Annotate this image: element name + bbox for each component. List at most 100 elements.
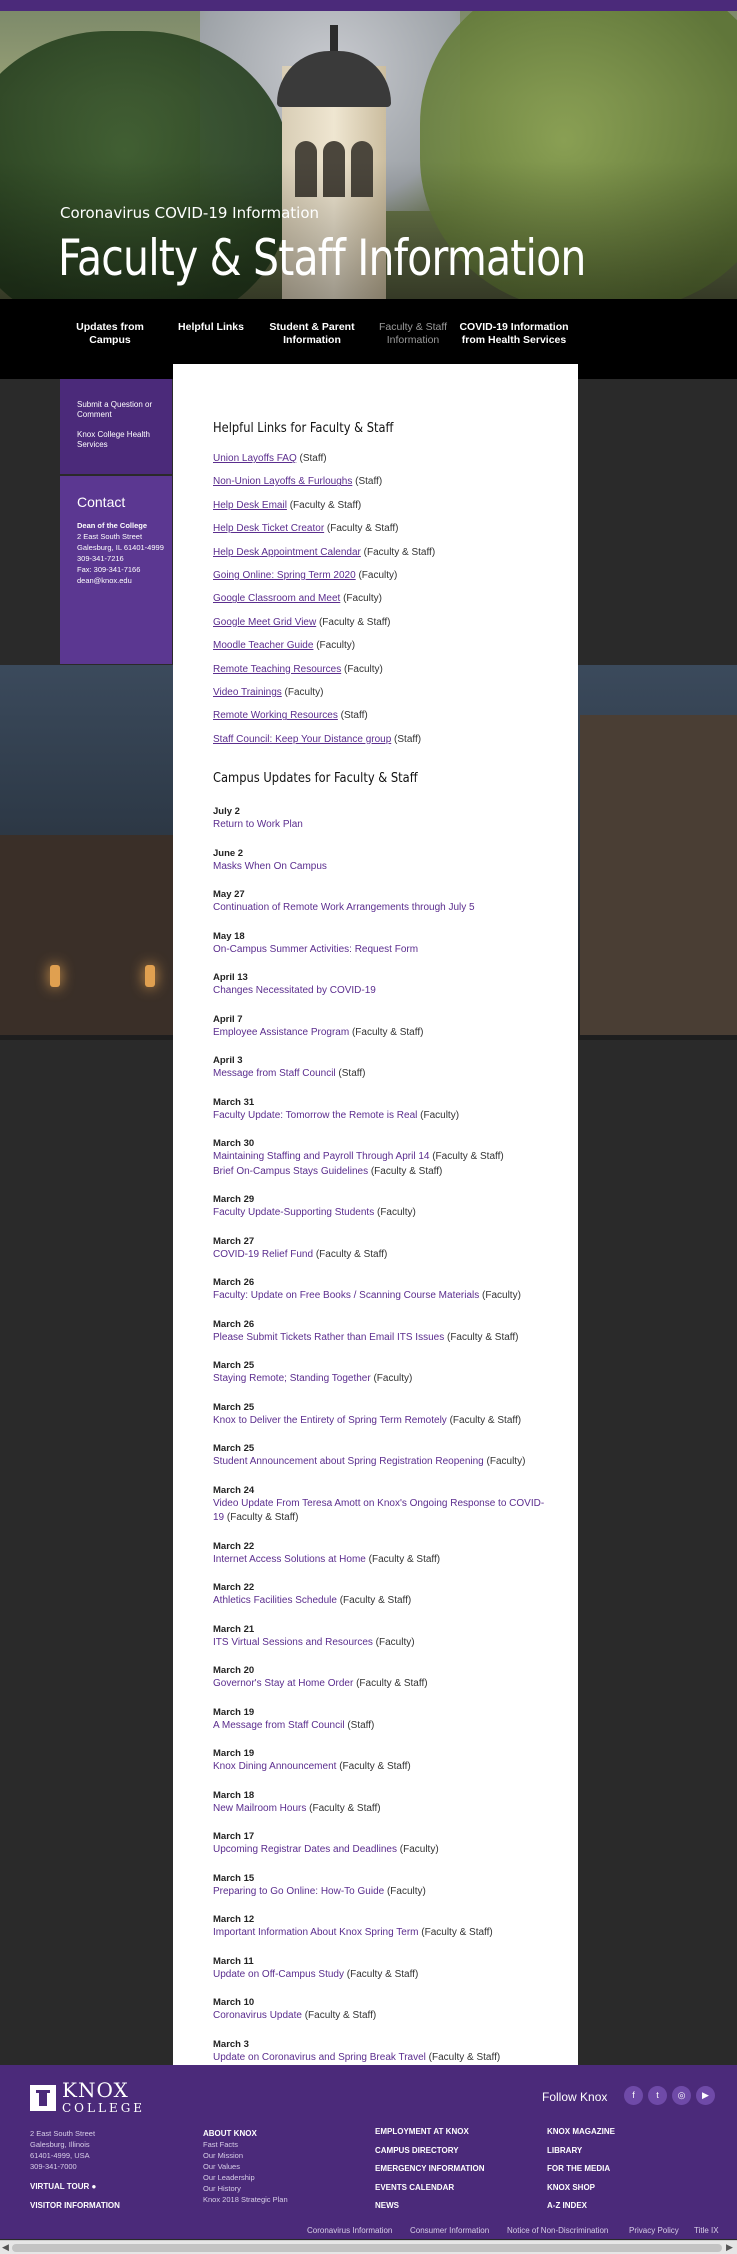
helpful-link[interactable]: Help Desk Appointment Calendar — [213, 547, 361, 558]
update-link[interactable]: COVID-19 Relief Fund — [213, 1249, 313, 1260]
helpful-link[interactable]: Google Classroom and Meet — [213, 593, 340, 604]
helpful-link[interactable]: Remote Working Resources — [213, 710, 338, 721]
helpful-link[interactable]: Union Layoffs FAQ — [213, 453, 297, 464]
update-link[interactable]: Please Submit Tickets Rather than Email … — [213, 1332, 444, 1343]
update-link[interactable]: Knox to Deliver the Entirety of Spring T… — [213, 1415, 447, 1426]
helpful-link[interactable]: Help Desk Ticket Creator — [213, 523, 324, 534]
helpful-link[interactable]: Moodle Teacher Guide — [213, 640, 313, 651]
bottom-link[interactable]: Coronavirus Information — [307, 2226, 392, 2235]
update-link[interactable]: Update on Coronavirus and Spring Break T… — [213, 2052, 426, 2063]
helpful-link-item: Help Desk Email (Faculty & Staff) — [213, 500, 578, 523]
update-line: Maintaining Staffing and Payroll Through… — [213, 1150, 553, 1165]
horizontal-scrollbar[interactable]: ◀ ▶ — [0, 2240, 737, 2254]
footer-link[interactable]: Our Values — [203, 2161, 288, 2172]
nav-covid-health-services[interactable]: COVID-19 Information from Health Service… — [459, 321, 569, 347]
update-link[interactable]: Preparing to Go Online: How-To Guide — [213, 1886, 384, 1897]
footer-link[interactable]: A-Z INDEX — [547, 2197, 615, 2216]
footer-link[interactable]: KNOX SHOP — [547, 2179, 615, 2198]
update-link[interactable]: Coronavirus Update — [213, 2010, 302, 2021]
helpful-link[interactable]: Help Desk Email — [213, 500, 287, 511]
update-entry: March 19 Knox Dining Announcement (Facult… — [213, 1747, 553, 1775]
update-line: Governor's Stay at Home Order (Faculty &… — [213, 1677, 553, 1692]
scrollbar-thumb[interactable] — [12, 2244, 722, 2252]
health-services-link[interactable]: Knox College Health Services — [77, 430, 172, 450]
update-link[interactable]: ITS Virtual Sessions and Resources — [213, 1637, 373, 1648]
footer-link[interactable]: Our Mission — [203, 2150, 288, 2161]
contact-fax: Fax: 309-341-7166 — [77, 565, 141, 574]
footer-link[interactable]: EMERGENCY INFORMATION — [375, 2160, 484, 2179]
update-link[interactable]: Faculty Update: Tomorrow the Remote is R… — [213, 1110, 417, 1121]
helpful-link[interactable]: Non-Union Layoffs & Furloughs — [213, 476, 352, 487]
submit-question-link[interactable]: Submit a Question or Comment — [77, 400, 172, 420]
footer-link[interactable]: LIBRARY — [547, 2142, 615, 2161]
update-line: Upcoming Registrar Dates and Deadlines (… — [213, 1843, 553, 1858]
helpful-link[interactable]: Google Meet Grid View — [213, 617, 316, 628]
footer-link[interactable]: EVENTS CALENDAR — [375, 2179, 484, 2198]
update-link[interactable]: Message from Staff Council — [213, 1068, 336, 1079]
about-knox-link[interactable]: ABOUT KNOX — [203, 2128, 288, 2139]
footer-link[interactable]: FOR THE MEDIA — [547, 2160, 615, 2179]
bottom-link[interactable]: Privacy Policy — [629, 2226, 679, 2235]
nav-student-parent-info[interactable]: Student & Parent Information — [257, 321, 367, 347]
update-link[interactable]: Update on Off-Campus Study — [213, 1969, 344, 1980]
update-line: Video Update From Teresa Amott on Knox's… — [213, 1497, 553, 1526]
update-line: Brief On-Campus Stays Guidelines (Facult… — [213, 1165, 553, 1180]
footer-link[interactable]: Fast Facts — [203, 2139, 288, 2150]
youtube-icon[interactable]: ▶ — [696, 2086, 715, 2105]
bottom-link[interactable]: Notice of Non-Discrimination — [507, 2226, 608, 2235]
update-line: Message from Staff Council (Staff) — [213, 1067, 553, 1082]
update-link[interactable]: Employee Assistance Program — [213, 1027, 349, 1038]
footer-link[interactable]: Our History — [203, 2183, 288, 2194]
bottom-link[interactable]: Title IX — [694, 2226, 719, 2235]
update-line: Masks When On Campus — [213, 860, 553, 875]
update-date: March 18 — [213, 1789, 255, 1801]
update-link[interactable]: New Mailroom Hours — [213, 1803, 306, 1814]
visitor-information-link[interactable]: VISITOR INFORMATION — [30, 2201, 120, 2210]
facebook-icon[interactable]: f — [624, 2086, 643, 2105]
update-date: March 12 — [213, 1914, 255, 1925]
footer-link[interactable]: KNOX MAGAZINE — [547, 2123, 615, 2142]
scroll-right-icon[interactable]: ▶ — [726, 2242, 733, 2253]
contact-heading: Contact — [77, 494, 126, 510]
update-entry: March 17 Upcoming Registrar Dates and Dea… — [213, 1830, 553, 1858]
footer-link[interactable]: Knox 2018 Strategic Plan — [203, 2194, 288, 2205]
virtual-tour-link[interactable]: VIRTUAL TOUR ● — [30, 2182, 96, 2191]
update-link[interactable]: On-Campus Summer Activities: Request For… — [213, 944, 418, 955]
update-link[interactable]: Brief On-Campus Stays Guidelines — [213, 1166, 368, 1177]
update-link[interactable]: Changes Necessitated by COVID-19 — [213, 985, 376, 996]
nav-helpful-links[interactable]: Helpful Links — [156, 321, 266, 334]
footer-link[interactable]: CAMPUS DIRECTORY — [375, 2142, 484, 2161]
helpful-link[interactable]: Going Online: Spring Term 2020 — [213, 570, 356, 581]
knox-logo-icon[interactable] — [30, 2085, 56, 2111]
update-link[interactable]: Important Information About Knox Spring … — [213, 1927, 418, 1938]
twitter-icon[interactable]: t — [648, 2086, 667, 2105]
update-link[interactable]: Masks When On Campus — [213, 861, 327, 872]
contact-email[interactable]: dean@knox.edu — [77, 575, 172, 586]
update-link[interactable]: Maintaining Staffing and Payroll Through… — [213, 1151, 429, 1162]
nav-faculty-staff-info[interactable]: Faculty & Staff Information — [358, 321, 468, 347]
scroll-left-icon[interactable]: ◀ — [2, 2242, 9, 2253]
update-entry: May 18 On-Campus Summer Activities: Reque… — [213, 930, 553, 958]
update-link[interactable]: Faculty: Update on Free Books / Scanning… — [213, 1290, 479, 1301]
helpful-link[interactable]: Staff Council: Keep Your Distance group — [213, 734, 391, 745]
footer-link[interactable]: NEWS — [375, 2197, 484, 2216]
update-link[interactable]: Governor's Stay at Home Order — [213, 1678, 353, 1689]
instagram-icon[interactable]: ◎ — [672, 2086, 691, 2105]
update-link[interactable]: Return to Work Plan — [213, 819, 303, 830]
update-link[interactable]: Faculty Update-Supporting Students — [213, 1207, 374, 1218]
helpful-link[interactable]: Video Trainings — [213, 687, 282, 698]
bottom-link[interactable]: Consumer Information — [410, 2226, 489, 2235]
footer-link[interactable]: Our Leadership — [203, 2172, 288, 2183]
helpful-link[interactable]: Remote Teaching Resources — [213, 664, 341, 675]
update-link[interactable]: Student Announcement about Spring Regist… — [213, 1456, 484, 1467]
update-link[interactable]: Internet Access Solutions at Home — [213, 1554, 366, 1565]
update-link[interactable]: A Message from Staff Council — [213, 1720, 345, 1731]
update-link[interactable]: Upcoming Registrar Dates and Deadlines — [213, 1844, 397, 1855]
audience-note: (Faculty & Staff) — [286, 499, 362, 511]
update-link[interactable]: Knox Dining Announcement — [213, 1761, 336, 1772]
footer-link[interactable]: EMPLOYMENT AT KNOX — [375, 2123, 484, 2142]
nav-updates-from-campus[interactable]: Updates from Campus — [55, 321, 165, 347]
update-link[interactable]: Athletics Facilities Schedule — [213, 1595, 337, 1606]
update-link[interactable]: Continuation of Remote Work Arrangements… — [213, 902, 475, 913]
update-link[interactable]: Staying Remote; Standing Together — [213, 1373, 371, 1384]
